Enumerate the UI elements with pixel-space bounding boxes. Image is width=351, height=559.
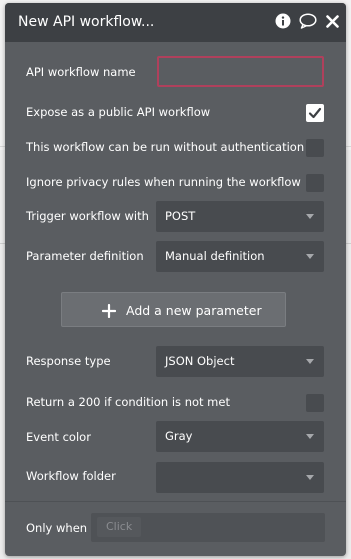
chevron-down-icon xyxy=(306,359,314,364)
trigger-with-label: Trigger workflow with xyxy=(26,209,149,223)
panel-header: New API workflow... xyxy=(5,3,346,42)
plus-icon xyxy=(101,303,117,322)
response-type-label: Response type xyxy=(26,354,111,368)
expose-public-label: Expose as a public API workflow xyxy=(26,105,211,119)
add-parameter-label: Add a new parameter xyxy=(126,303,262,318)
chevron-down-icon xyxy=(306,475,314,480)
ignore-privacy-label: Ignore privacy rules when running the wo… xyxy=(26,175,301,189)
chevron-down-icon xyxy=(306,214,314,219)
comment-icon[interactable] xyxy=(299,13,317,29)
panel-divider xyxy=(5,501,346,502)
response-type-value: JSON Object xyxy=(165,354,235,368)
event-color-value: Gray xyxy=(165,429,193,443)
api-workflow-name-input[interactable] xyxy=(157,56,324,87)
add-parameter-button[interactable]: Add a new parameter xyxy=(61,292,286,327)
workflow-folder-dropdown[interactable] xyxy=(156,462,324,493)
checkmark-icon xyxy=(308,107,322,119)
run-without-auth-label: This workflow can be run without authent… xyxy=(26,140,305,154)
chevron-down-icon xyxy=(306,254,314,259)
event-color-label: Event color xyxy=(26,430,91,444)
parameter-definition-value: Manual definition xyxy=(165,249,265,263)
trigger-with-value: POST xyxy=(165,209,196,223)
response-type-dropdown[interactable]: JSON Object xyxy=(156,346,324,377)
panel-title: New API workflow... xyxy=(18,14,155,30)
ignore-privacy-checkbox[interactable] xyxy=(306,174,324,192)
workflow-folder-label: Workflow folder xyxy=(26,469,116,483)
return-200-label: Return a 200 if condition is not met xyxy=(26,395,230,409)
click-placeholder[interactable]: Click xyxy=(97,517,142,537)
parameter-definition-dropdown[interactable]: Manual definition xyxy=(156,241,324,272)
parameter-definition-label: Parameter definition xyxy=(26,249,144,263)
info-icon[interactable] xyxy=(275,13,291,29)
api-workflow-panel: New API workflow... API workflow name Ex… xyxy=(5,3,346,556)
event-color-dropdown[interactable]: Gray xyxy=(156,421,324,452)
run-without-auth-checkbox[interactable] xyxy=(306,139,324,157)
trigger-with-dropdown[interactable]: POST xyxy=(156,201,324,232)
only-when-label: Only when xyxy=(26,521,88,535)
only-when-condition-input[interactable]: Click xyxy=(91,513,325,542)
return-200-checkbox[interactable] xyxy=(306,394,324,412)
chevron-down-icon xyxy=(306,434,314,439)
close-icon[interactable] xyxy=(326,15,339,28)
api-workflow-name-label: API workflow name xyxy=(26,65,136,79)
expose-public-checkbox[interactable] xyxy=(306,104,324,122)
